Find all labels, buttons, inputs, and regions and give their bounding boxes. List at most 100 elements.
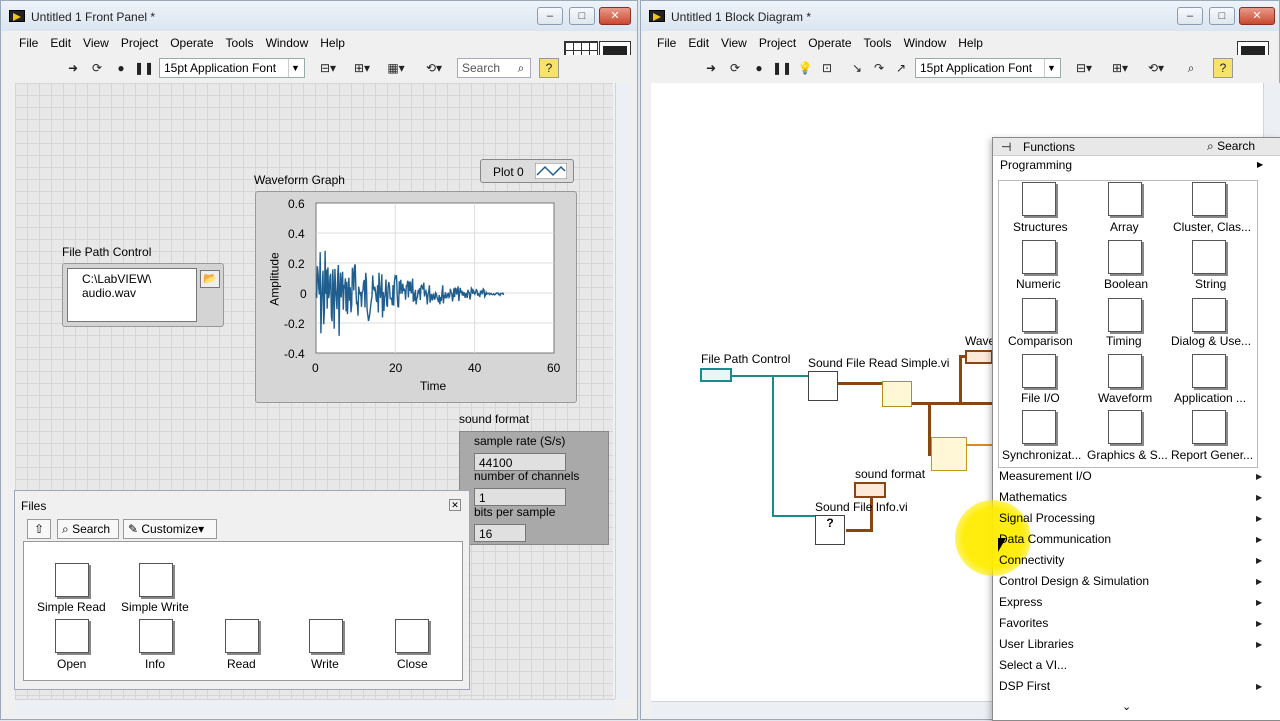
menu-edit[interactable]: Edit [682,33,715,50]
menu-operate[interactable]: Operate [802,33,857,50]
reorder-icon[interactable]: ⟲▾ [1141,58,1171,78]
category-dsp-first[interactable]: DSP First [999,679,1050,693]
pause-icon[interactable]: ❚❚ [133,58,154,78]
boolean-label[interactable]: Boolean [1104,277,1148,291]
menu-window[interactable]: Window [260,33,315,50]
close-file-icon[interactable] [395,619,429,653]
palette-customize-button[interactable]: ✎ Customize▾ [123,519,217,539]
align-objects-icon[interactable]: ⊟▾ [1069,58,1099,78]
front-panel-horizontal-scrollbar[interactable] [15,699,615,716]
programming-expand-arrow[interactable]: ▶ [1257,160,1263,169]
clean-up-diagram-icon[interactable]: ⌕ [1181,58,1201,78]
front-panel-titlebar[interactable]: Untitled 1 Front Panel * – □ ✕ [1,1,637,31]
index-array-node[interactable] [882,381,912,407]
pin-icon[interactable]: ⊣ [1001,140,1011,154]
step-into-icon[interactable]: ↘ [847,58,867,78]
dialog-icon[interactable] [1192,298,1226,332]
sound-file-read-simple-node[interactable] [808,371,838,401]
open-label[interactable]: Open [57,657,86,671]
dialog-label[interactable]: Dialog & Use... [1171,334,1251,348]
category-signal-processing[interactable]: Signal Processing [999,511,1095,525]
menu-window[interactable]: Window [898,33,953,50]
comparison-icon[interactable] [1022,298,1056,332]
synchronization-icon[interactable] [1022,410,1056,444]
up-arrow-icon[interactable]: ⇧ [27,519,51,539]
pause-icon[interactable]: ❚❚ [771,58,792,78]
read-label[interactable]: Read [227,657,256,671]
bits-field[interactable]: 16 [474,524,526,542]
string-label[interactable]: String [1195,277,1226,291]
category-data-communication[interactable]: Data Communication [999,532,1111,546]
category-mathematics[interactable]: Mathematics [999,490,1067,504]
read-file-icon[interactable] [225,619,259,653]
graphics-sound-label[interactable]: Graphics & S... [1087,448,1168,462]
menu-tools[interactable]: Tools [220,33,260,50]
functions-search-button[interactable]: ⌕ Search [1207,139,1255,154]
plot-legend[interactable]: Plot 0 [480,159,574,183]
resize-objects-icon[interactable]: ▦▾ [381,58,411,78]
step-over-icon[interactable]: ↷ [869,58,889,78]
application-label[interactable]: Application ... [1174,391,1246,405]
minimize-button[interactable]: – [1177,7,1203,25]
array-icon[interactable] [1108,182,1142,216]
category-measurement-io[interactable]: Measurement I/O [999,469,1092,483]
front-panel-vertical-scrollbar[interactable] [615,83,632,699]
category-connectivity[interactable]: Connectivity [999,553,1064,567]
font-select[interactable]: 15pt Application Font ▼ [159,58,305,78]
close-button[interactable]: ✕ [1239,7,1275,25]
file-path-field[interactable]: C:\LabVIEW\ audio.wav [67,268,197,322]
graphics-sound-icon[interactable] [1108,410,1142,444]
run-continuously-icon[interactable]: ⟳ [87,58,107,78]
maximize-button[interactable]: □ [569,7,595,25]
write-label[interactable]: Write [311,657,339,671]
menu-file[interactable]: File [13,33,44,50]
structures-icon[interactable] [1022,182,1056,216]
sound-format-terminal[interactable] [854,482,886,498]
menu-help[interactable]: Help [314,33,351,50]
string-icon[interactable] [1192,240,1226,274]
programming-category[interactable]: Programming [1000,158,1072,172]
cluster-label[interactable]: Cluster, Clas... [1173,220,1251,234]
abort-icon[interactable]: ● [111,58,131,78]
info-label[interactable]: Info [145,657,165,671]
menu-operate[interactable]: Operate [164,33,219,50]
menu-file[interactable]: File [651,33,682,50]
block-diagram-titlebar[interactable]: Untitled 1 Block Diagram * – □ ✕ [641,1,1279,31]
maximize-button[interactable]: □ [1209,7,1235,25]
menu-project[interactable]: Project [753,33,802,50]
open-file-icon[interactable] [55,619,89,653]
chevron-down-icon[interactable]: ⌄ [1122,700,1131,713]
menu-help[interactable]: Help [952,33,989,50]
reorder-icon[interactable]: ⟲▾ [419,58,449,78]
menu-edit[interactable]: Edit [44,33,77,50]
file-info-icon[interactable] [139,619,173,653]
file-path-terminal[interactable] [700,368,732,382]
waveform-icon[interactable] [1108,354,1142,388]
boolean-icon[interactable] [1108,240,1142,274]
timing-icon[interactable] [1108,298,1142,332]
menu-view[interactable]: View [715,33,753,50]
simple-write-label[interactable]: Simple Write [121,600,189,614]
category-favorites[interactable]: Favorites [999,616,1048,630]
sound-format-cluster[interactable]: sample rate (S/s) 44100 number of channe… [459,431,609,545]
channels-field[interactable]: 1 [474,488,566,506]
category-user-libraries[interactable]: User Libraries [999,637,1074,651]
waveform-label[interactable]: Waveform [1098,391,1152,405]
retain-wire-values-icon[interactable]: ⊡ [817,58,837,78]
simple-write-icon[interactable] [139,563,173,597]
menu-view[interactable]: View [77,33,115,50]
numeric-label[interactable]: Numeric [1016,277,1061,291]
timing-label[interactable]: Timing [1106,334,1142,348]
run-arrow-icon[interactable]: ➜ [701,58,721,78]
simple-read-icon[interactable] [55,563,89,597]
application-control-icon[interactable] [1192,354,1226,388]
run-arrow-icon[interactable]: ➜ [63,58,83,78]
get-waveform-components-node[interactable] [931,437,967,471]
palette-search-button[interactable]: ⌕ Search [57,519,119,539]
write-file-icon[interactable] [309,619,343,653]
highlight-execution-icon[interactable]: 💡 [795,58,815,78]
abort-icon[interactable]: ● [749,58,769,78]
distribute-objects-icon[interactable]: ⊞▾ [347,58,377,78]
simple-read-label[interactable]: Simple Read [37,600,106,614]
minimize-button[interactable]: – [537,7,563,25]
